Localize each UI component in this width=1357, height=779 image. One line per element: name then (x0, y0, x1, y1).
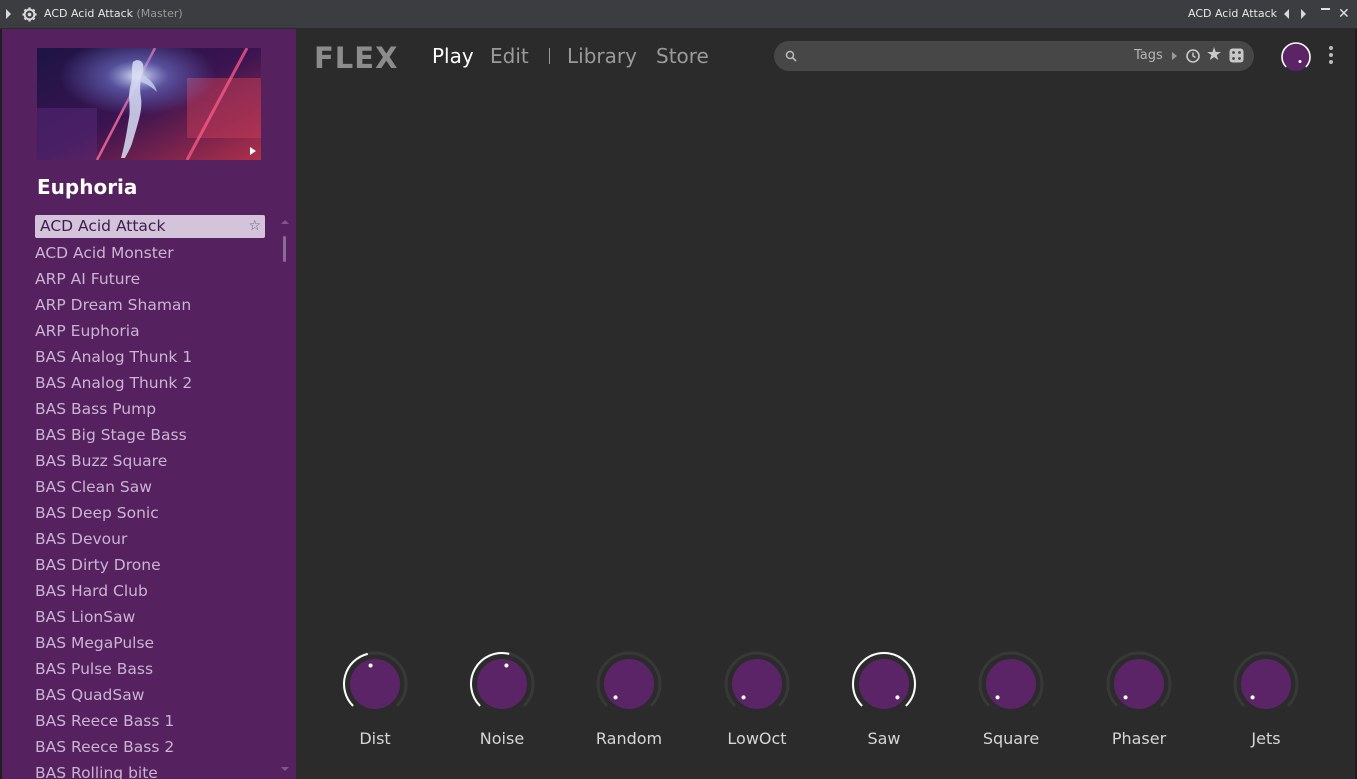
knob-indicator (895, 695, 900, 700)
preset-item[interactable]: BAS Devour (35, 527, 265, 553)
window-title-master: (Master) (136, 7, 183, 20)
knob-label: Saw (867, 729, 901, 748)
preset-item[interactable]: BAS Hard Club (35, 579, 265, 605)
preset-item[interactable]: BAS Big Stage Bass (35, 423, 265, 449)
knob-label: Square (982, 729, 1040, 748)
preset-item[interactable]: BAS Pulse Bass (35, 657, 265, 683)
knob-dial[interactable] (1232, 650, 1300, 718)
macro-knob-lowoct[interactable]: LowOct (717, 650, 797, 748)
window-title-text: ACD Acid Attack (44, 7, 134, 20)
gear-icon[interactable] (22, 7, 37, 22)
play-demo-icon[interactable] (250, 147, 256, 155)
preset-item[interactable]: BAS LionSaw (35, 605, 265, 631)
preset-item[interactable]: BAS Clean Saw (35, 475, 265, 501)
expand-arrow-icon[interactable] (6, 9, 11, 19)
tab-play[interactable]: Play (432, 44, 474, 68)
knob-body (732, 659, 782, 709)
preset-item[interactable]: BAS Dirty Drone (35, 553, 265, 579)
macro-knob-saw[interactable]: Saw (844, 650, 924, 748)
favorite-star-icon[interactable]: ☆ (248, 215, 261, 238)
macro-knob-random[interactable]: Random (589, 650, 669, 748)
macro-knob-jets[interactable]: Jets (1226, 650, 1306, 748)
knob-body (859, 659, 909, 709)
preset-sidebar: Euphoria ACD Acid Attack ☆ ACD Acid Mons… (2, 29, 296, 779)
preset-item[interactable]: BAS Deep Sonic (35, 501, 265, 527)
knob-indicator (368, 663, 373, 668)
more-menu-icon[interactable] (1329, 46, 1333, 66)
pack-title: Euphoria (37, 175, 138, 199)
knob-dial[interactable] (468, 650, 536, 718)
preset-item[interactable]: BAS Analog Thunk 2 (35, 371, 265, 397)
knob-indicator (1123, 695, 1128, 700)
knob-label: Noise (479, 729, 525, 748)
knob-label: Dist (359, 729, 391, 748)
knob-dial[interactable] (850, 650, 918, 718)
knob-dial[interactable] (341, 650, 409, 718)
random-dice-icon[interactable] (1229, 48, 1244, 63)
preset-item[interactable]: ARP AI Future (35, 267, 265, 293)
preset-item[interactable]: ARP Euphoria (35, 319, 265, 345)
history-icon[interactable] (1185, 48, 1201, 64)
knob-indicator (1250, 695, 1255, 700)
preset-item[interactable]: BAS QuadSaw (35, 683, 265, 709)
previous-preset-icon[interactable] (1284, 9, 1289, 19)
search-input[interactable] (804, 45, 1124, 67)
macro-knob-noise[interactable]: Noise (462, 650, 542, 748)
scroll-down-arrow-icon[interactable] (281, 767, 289, 771)
knob-label: Jets (1251, 729, 1281, 748)
knob-body (477, 659, 527, 709)
preset-item-label: ACD Acid Attack (40, 217, 166, 235)
scroll-up-arrow-icon[interactable] (281, 220, 289, 224)
search-icon (785, 50, 797, 62)
nav-divider (549, 48, 550, 64)
preset-item[interactable]: BAS Reece Bass 2 (35, 735, 265, 761)
knob-body (1241, 659, 1291, 709)
tab-store[interactable]: Store (656, 44, 709, 68)
favorites-star-icon[interactable]: ★ (1206, 44, 1222, 66)
preset-item[interactable]: BAS Reece Bass 1 (35, 709, 265, 735)
tags-arrow-icon[interactable] (1172, 52, 1177, 60)
close-icon[interactable]: ✕ (1338, 5, 1350, 23)
window-title: ACD Acid Attack (Master) (44, 7, 183, 20)
preset-item[interactable]: BAS Analog Thunk 1 (35, 345, 265, 371)
preset-item[interactable]: BAS MegaPulse (35, 631, 265, 657)
knob-dial[interactable] (595, 650, 663, 718)
macro-knob-dist[interactable]: Dist (335, 650, 415, 748)
pack-artwork[interactable] (37, 48, 261, 160)
knob-body (604, 659, 654, 709)
knob-dial[interactable] (1105, 650, 1173, 718)
knob-dial[interactable] (723, 650, 791, 718)
preset-item[interactable]: BAS Bass Pump (35, 397, 265, 423)
tags-button[interactable]: Tags (1134, 48, 1163, 63)
knob-indicator (613, 695, 618, 700)
next-preset-icon[interactable] (1301, 9, 1306, 19)
search-bar: Tags ★ (774, 41, 1254, 71)
knob-indicator (995, 695, 1000, 700)
preset-item-selected[interactable]: ACD Acid Attack ☆ (35, 215, 265, 238)
preset-item[interactable]: ACD Acid Monster (35, 241, 265, 267)
knob-label: Phaser (1111, 729, 1167, 748)
knob-indicator (504, 663, 509, 668)
preset-item[interactable]: ARP Dream Shaman (35, 293, 265, 319)
titlebar-preset-name[interactable]: ACD Acid Attack (1188, 7, 1277, 20)
knob-body (350, 659, 400, 709)
knob-label: LowOct (727, 729, 787, 748)
macro-knob-phaser[interactable]: Phaser (1099, 650, 1179, 748)
flex-logo: FLEX (314, 41, 399, 75)
knob-indicator (741, 695, 746, 700)
tab-library[interactable]: Library (567, 44, 637, 68)
knob-dial[interactable] (977, 650, 1045, 718)
preset-item[interactable]: BAS Buzz Square (35, 449, 265, 475)
macro-knob-square[interactable]: Square (971, 650, 1051, 748)
knob-body (986, 659, 1036, 709)
preset-item[interactable]: BAS Rolling bite (35, 761, 265, 779)
master-volume-knob[interactable] (1281, 42, 1311, 72)
minimize-icon[interactable] (1321, 8, 1330, 10)
knob-body (1114, 659, 1164, 709)
preset-list: ACD Acid Attack ☆ ACD Acid Monster ARP A… (35, 215, 265, 779)
host-title-bar: ACD Acid Attack (Master) ACD Acid Attack… (0, 0, 1357, 29)
sidebar-scrollbar[interactable] (283, 236, 286, 262)
tab-edit[interactable]: Edit (490, 44, 529, 68)
knob-label: Random (595, 729, 663, 748)
